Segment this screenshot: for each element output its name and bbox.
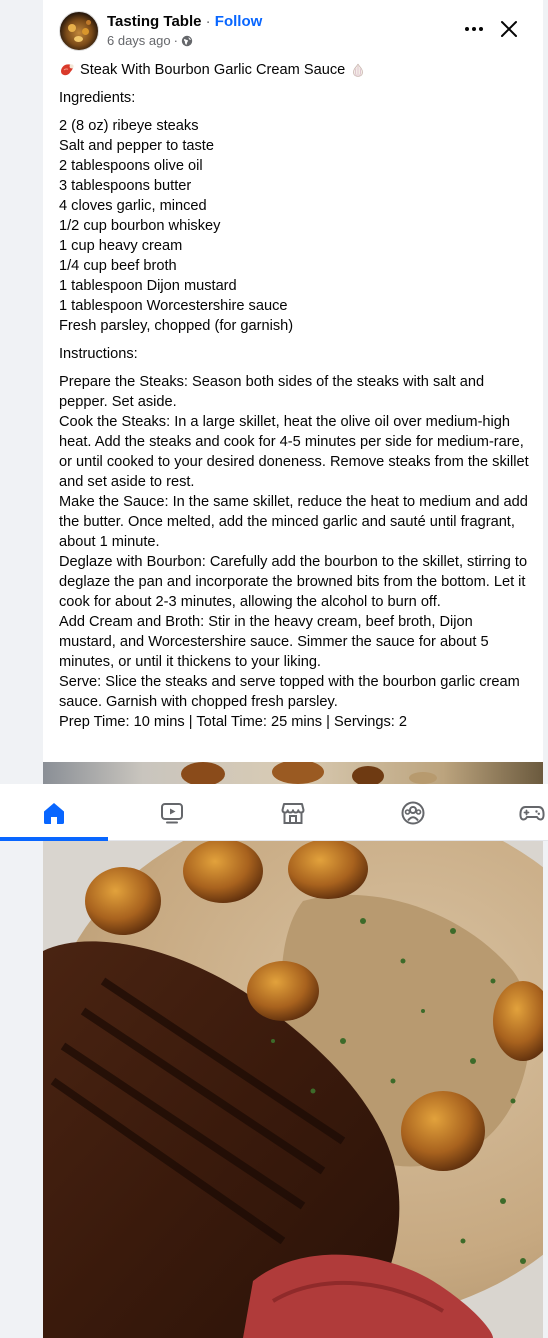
bottom-nav: [0, 784, 548, 841]
ingredient-item: 4 cloves garlic, minced: [59, 198, 207, 214]
ingredient-item: 1 tablespoon Dijon mustard: [59, 278, 237, 294]
recipe-summary: Prep Time: 10 mins | Total Time: 25 mins…: [59, 714, 407, 730]
ingredient-item: 2 tablespoons olive oil: [59, 158, 203, 174]
meta-separator: ·: [173, 33, 178, 48]
nav-home[interactable]: [0, 784, 108, 841]
more-options-button[interactable]: [462, 17, 486, 41]
post-header: Tasting Table · Follow 6 days ago ·: [59, 11, 262, 51]
groups-icon: [401, 801, 425, 824]
ingredients-list: 2 (8 oz) ribeye steaks Salt and pepper t…: [59, 116, 529, 336]
post-image-top-edge[interactable]: [43, 762, 543, 784]
nav-gaming[interactable]: [478, 784, 548, 841]
more-dot-icon: [472, 27, 476, 31]
instructions-list: Prepare the Steaks: Season both sides of…: [59, 372, 529, 732]
more-dot-icon: [465, 27, 469, 31]
globe-icon: [181, 35, 193, 47]
post-body: Steak With Bourbon Garlic Cream Sauce In…: [59, 60, 529, 732]
ingredient-item: 1 cup heavy cream: [59, 238, 183, 254]
gaming-icon: [519, 805, 545, 820]
food-photo-strip: [181, 762, 437, 784]
close-icon[interactable]: [498, 18, 520, 40]
instruction-step: Deglaze with Bourbon: Carefully add the …: [59, 554, 528, 610]
instructions-heading: Instructions:: [59, 346, 138, 362]
name-separator: ·: [205, 13, 211, 30]
follow-button[interactable]: Follow: [215, 13, 263, 30]
post-image[interactable]: [43, 841, 543, 1338]
post-meta: 6 days ago ·: [107, 32, 262, 50]
instruction-step: Cook the Steaks: In a large skillet, hea…: [59, 414, 529, 490]
steak-photo: [43, 841, 543, 1338]
ingredient-item: Fresh parsley, chopped (for garnish): [59, 318, 294, 334]
author-row: Tasting Table · Follow: [107, 12, 262, 32]
nav-video[interactable]: [118, 784, 226, 841]
page: Tasting Table · Follow 6 days ago · Stea…: [0, 0, 548, 1338]
instruction-step: Prepare the Steaks: Season both sides of…: [59, 374, 485, 410]
post-title-line: Steak With Bourbon Garlic Cream Sauce: [59, 60, 529, 80]
garlic-emoji-icon: [353, 63, 364, 77]
post-card: Tasting Table · Follow 6 days ago · Stea…: [43, 0, 543, 762]
home-icon: [44, 802, 64, 824]
ingredient-item: Salt and pepper to taste: [59, 138, 214, 154]
instruction-step: Add Cream and Broth: Stir in the heavy c…: [59, 614, 489, 670]
more-dot-icon: [479, 27, 483, 31]
nav-marketplace[interactable]: [239, 784, 347, 841]
ingredients-heading: Ingredients:: [59, 90, 136, 106]
ingredient-item: 2 (8 oz) ribeye steaks: [59, 118, 199, 134]
video-icon: [161, 802, 183, 823]
author-name[interactable]: Tasting Table: [107, 13, 201, 30]
nav-groups[interactable]: [359, 784, 467, 841]
marketplace-icon: [281, 802, 305, 824]
ingredient-item: 1/4 cup beef broth: [59, 258, 177, 274]
post-title: Steak With Bourbon Garlic Cream Sauce: [80, 62, 346, 78]
post-timestamp[interactable]: 6 days ago: [107, 32, 171, 50]
ingredient-item: 1 tablespoon Worcestershire sauce: [59, 298, 288, 314]
ingredient-item: 3 tablespoons butter: [59, 178, 192, 194]
avatar[interactable]: [59, 11, 99, 51]
author-block: Tasting Table · Follow 6 days ago ·: [107, 12, 262, 50]
ingredient-item: 1/2 cup bourbon whiskey: [59, 218, 221, 234]
instruction-step: Serve: Slice the steaks and serve topped…: [59, 674, 520, 710]
instruction-step: Make the Sauce: In the same skillet, red…: [59, 494, 528, 550]
steak-emoji-icon: [61, 64, 74, 76]
